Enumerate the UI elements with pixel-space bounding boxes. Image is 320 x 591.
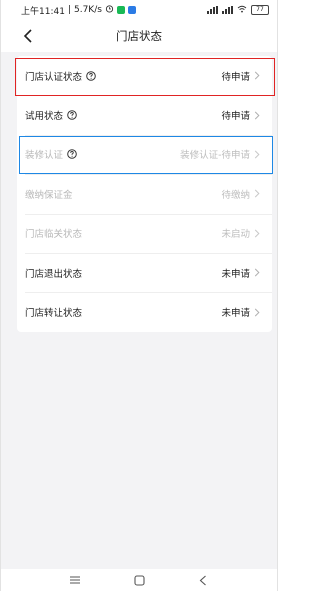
chevron-right-icon — [254, 229, 260, 238]
chevron-right-icon — [254, 268, 260, 277]
page-title: 门店状态 — [116, 29, 162, 43]
row-value: 待申请 — [221, 111, 250, 123]
app-notification-icon — [127, 6, 136, 14]
status-left: 上午11:41 | 5.7K/s — [21, 4, 136, 17]
row-value: 待缴纳 — [221, 189, 250, 201]
signal-2-icon — [222, 6, 233, 14]
home-key-icon — [133, 574, 145, 586]
status-speed: 5.7K/s — [73, 5, 102, 15]
row-label: 门店转让状态 — [25, 308, 83, 320]
chevron-right-icon — [254, 150, 260, 159]
row-store-temporary-closure-status[interactable]: 门店临关状态 未启动 — [17, 213, 272, 253]
row-store-certification-status[interactable]: 门店认证状态 待申请 — [17, 56, 272, 95]
chevron-right-icon — [254, 111, 260, 120]
system-navigation-bar — [1, 569, 277, 591]
row-value: 未申请 — [221, 308, 250, 320]
help-circle-icon[interactable] — [86, 70, 96, 81]
back-key-icon — [199, 575, 206, 585]
chevron-right-icon — [254, 71, 260, 80]
home-key[interactable] — [132, 573, 146, 587]
help-circle-icon[interactable] — [67, 110, 77, 120]
menu-key-icon — [70, 576, 80, 584]
back-arrow-icon — [23, 29, 32, 43]
status-time: 上午11:41 — [21, 6, 65, 17]
back-key[interactable] — [196, 573, 210, 587]
row-value: 未启动 — [221, 229, 250, 241]
row-label: 门店退出状态 — [25, 268, 83, 280]
row-trial-status[interactable]: 试用状态 待申请 — [17, 95, 272, 134]
row-label: 缴纳保证金 — [25, 189, 73, 201]
phone-screen: 上午11:41 | 5.7K/s 77 门店状态 门店认证状态 待申请 试用状态… — [0, 0, 278, 591]
status-right: 77 — [207, 5, 269, 16]
row-deposit-payment[interactable]: 缴纳保证金 待缴纳 — [17, 174, 272, 213]
menu-key[interactable] — [68, 573, 82, 587]
wifi-icon — [237, 5, 247, 16]
battery-icon: 77 — [251, 5, 269, 15]
status-separator: | — [67, 5, 71, 15]
help-circle-icon[interactable] — [67, 149, 77, 160]
chevron-right-icon — [254, 308, 260, 316]
row-label: 门店认证状态 — [25, 71, 83, 83]
back-button[interactable] — [19, 27, 37, 45]
row-store-transfer-status[interactable]: 门店转让状态 未申请 — [17, 292, 272, 331]
row-label: 门店临关状态 — [25, 229, 83, 241]
row-value: 待申请 — [221, 71, 250, 83]
wechat-app-icon — [116, 6, 125, 14]
signal-icon — [207, 6, 218, 14]
status-bar: 上午11:41 | 5.7K/s 77 — [1, 0, 277, 20]
row-value: 未申请 — [221, 268, 250, 280]
row-label: 装修认证 — [25, 150, 64, 162]
alarm-icon — [105, 4, 114, 16]
row-label: 试用状态 — [25, 111, 64, 123]
store-status-list: 门店认证状态 待申请 试用状态 待申请 装修认证 装修认证-待申请 缴纳保证金 … — [17, 56, 272, 332]
navigation-bar: 门店状态 — [1, 20, 277, 52]
row-decoration-certification[interactable]: 装修认证 装修认证-待申请 — [17, 134, 272, 174]
row-value: 装修认证-待申请 — [180, 150, 250, 162]
row-store-exit-status[interactable]: 门店退出状态 未申请 — [17, 252, 272, 292]
chevron-right-icon — [254, 189, 260, 198]
